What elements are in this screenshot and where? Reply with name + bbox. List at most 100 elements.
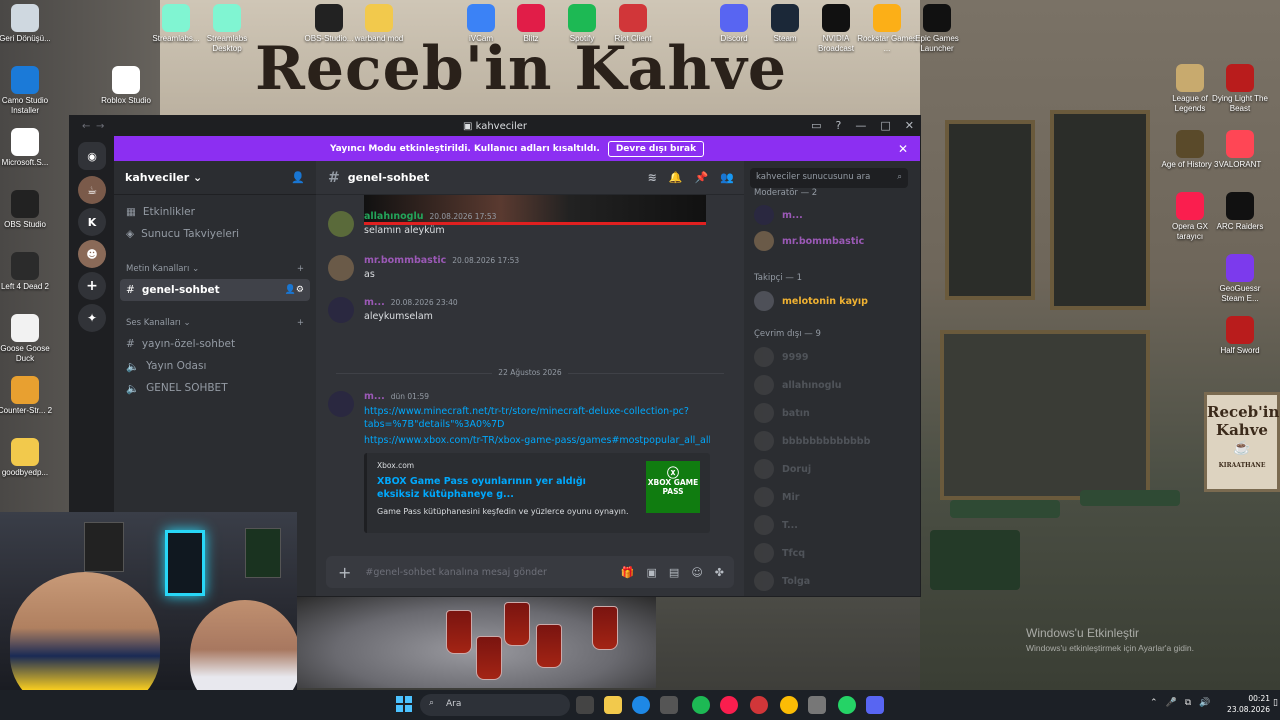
explore-icon[interactable]: ✦: [78, 304, 106, 332]
title-bar[interactable]: ← → ▣ kahveciler ▭ ? — □ ✕: [70, 116, 920, 136]
avatar[interactable]: [328, 297, 354, 323]
desktop-download-shortcut[interactable]: Camo Studio Installer: [0, 66, 57, 116]
avatar[interactable]: [328, 391, 354, 417]
channel-genel-sohbet[interactable]: # genel-sohbet 👤⚙: [120, 279, 310, 301]
apps-icon[interactable]: ✤: [715, 566, 724, 579]
hash-icon: #: [126, 284, 135, 296]
minimize-icon[interactable]: —: [855, 119, 866, 132]
obs-icon[interactable]: [750, 696, 768, 714]
desktop-half-sword-shortcut[interactable]: Half Sword: [1208, 316, 1272, 356]
add-channel-icon[interactable]: +: [297, 264, 304, 274]
chrome-icon[interactable]: [780, 696, 798, 714]
message-input[interactable]: #genel-sohbet kanalına mesaj gönder: [365, 567, 546, 578]
invite-icon[interactable]: 👤: [291, 171, 305, 184]
sidebar-item-events[interactable]: ▦ Etkinlikler: [114, 201, 316, 223]
message-link[interactable]: https://www.minecraft.net/tr-tr/store/mi…: [364, 405, 710, 431]
banner-close-icon[interactable]: ✕: [898, 142, 908, 156]
channel-yayin-ozel-sohbet[interactable]: # yayın-özel-sohbet: [114, 333, 316, 355]
member-item[interactable]: bbbbbbbbbbbbb: [754, 431, 870, 451]
server-icon[interactable]: ☻: [78, 240, 106, 268]
help-icon[interactable]: ?: [836, 119, 842, 132]
threads-icon[interactable]: ≋: [648, 171, 657, 184]
whatsapp-icon[interactable]: [838, 696, 856, 714]
message-author[interactable]: allahınoglu: [364, 211, 423, 222]
desktop-geoguessr-shortcut[interactable]: GeoGuessr Steam E...: [1208, 254, 1272, 304]
desktop-valorant-shortcut[interactable]: VALORANT: [1208, 130, 1272, 170]
close-icon[interactable]: ✕: [905, 119, 914, 132]
members-icon[interactable]: 👥: [720, 171, 734, 184]
desktop-folder-shortcut[interactable]: warband mod: [347, 4, 411, 44]
category-text-channels[interactable]: Metin Kanalları ⌄ +: [114, 259, 316, 279]
task-view-icon[interactable]: [576, 696, 594, 714]
message-author[interactable]: m...: [364, 391, 385, 402]
desktop-goose-shortcut[interactable]: Goose Goose Duck: [0, 314, 57, 364]
pin-icon[interactable]: 📌: [695, 171, 709, 184]
window-title: ▣ kahveciler: [462, 120, 528, 132]
inbox-icon[interactable]: ▭: [811, 119, 821, 132]
message-link[interactable]: https://www.xbox.com/tr-TR/xbox-game-pas…: [364, 434, 710, 447]
embed-title[interactable]: XBOX Game Pass oyunlarının yer aldığı ek…: [377, 475, 617, 501]
gift-icon[interactable]: 🎁: [621, 566, 635, 579]
notifications-icon[interactable]: ▯: [1273, 698, 1278, 708]
clock[interactable]: 00:21 23.08.2026: [1227, 693, 1270, 715]
category-voice-channels[interactable]: Ses Kanalları ⌄ +: [114, 313, 316, 333]
opera-gx-icon[interactable]: [720, 696, 738, 714]
gif-icon[interactable]: ▣: [647, 566, 657, 579]
bell-icon[interactable]: 🔔: [669, 171, 683, 184]
member-item[interactable]: T...: [754, 515, 798, 535]
desktop-epic-shortcut[interactable]: Epic Games Launcher: [905, 4, 969, 54]
desktop-obs-shortcut[interactable]: OBS Studio: [0, 190, 57, 230]
desktop-l4d2-shortcut[interactable]: Left 4 Dead 2: [0, 252, 57, 292]
desktop-riot-shortcut[interactable]: Riot Client: [601, 4, 665, 44]
maximize-icon[interactable]: □: [880, 119, 890, 132]
avatar[interactable]: [328, 255, 354, 281]
edge-icon[interactable]: [632, 696, 650, 714]
discord-home-icon[interactable]: ◉: [78, 142, 106, 170]
desktop-arc-raiders-shortcut[interactable]: ARC Raiders: [1208, 192, 1272, 232]
desktop-streamlabs-desktop-shortcut[interactable]: Streamlabs Desktop: [195, 4, 259, 54]
desktop-recycle-bin-shortcut[interactable]: Geri Dönüşü...: [0, 4, 57, 44]
disable-streamer-button[interactable]: Devre dışı bırak: [607, 140, 705, 157]
system-tray-icons[interactable]: ⌃🎤⧉🔊: [1150, 698, 1218, 708]
desktop-dying-light-shortcut[interactable]: Dying Light The Beast: [1208, 64, 1272, 114]
desktop-roblox-shortcut[interactable]: Roblox Studio: [94, 66, 158, 106]
add-server-icon[interactable]: +: [78, 272, 106, 300]
channel-settings-icon[interactable]: 👤⚙: [285, 285, 304, 295]
add-channel-icon[interactable]: +: [297, 318, 304, 328]
message-author[interactable]: mr.bommbastic: [364, 255, 446, 266]
sticker-icon[interactable]: ▤: [669, 566, 679, 579]
message-author[interactable]: m...: [364, 297, 385, 308]
member-item[interactable]: mr.bommbastic: [754, 231, 864, 251]
taskbar-search[interactable]: ⌕ Ara: [420, 694, 570, 716]
windows-start-icon[interactable]: [396, 696, 412, 712]
member-item[interactable]: 9999: [754, 347, 808, 367]
server-icon-k[interactable]: K: [78, 208, 106, 236]
member-item[interactable]: Tolga: [754, 571, 810, 591]
spotify-icon[interactable]: [692, 696, 710, 714]
emoji-icon[interactable]: ☺: [691, 566, 702, 579]
desktop-file-shortcut[interactable]: Microsoft.S...: [0, 128, 57, 168]
discord-icon[interactable]: [866, 696, 884, 714]
channel-yayin-odasi[interactable]: 🔈 Yayın Odası: [114, 355, 316, 377]
message-composer[interactable]: + #genel-sohbet kanalına mesaj gönder 🎁 …: [326, 556, 734, 588]
add-attachment-icon[interactable]: +: [338, 563, 351, 582]
server-icon-kahveciler[interactable]: ☕: [78, 176, 106, 204]
search-input[interactable]: kahveciler sunucusunu ara ⌕: [750, 168, 908, 188]
avatar[interactable]: [328, 211, 354, 237]
member-item[interactable]: batın: [754, 403, 810, 423]
settings-icon[interactable]: [808, 696, 826, 714]
member-item[interactable]: Tfcq: [754, 543, 805, 563]
desktop-folder-shortcut[interactable]: goodbyedp...: [0, 438, 57, 478]
member-item[interactable]: Mir: [754, 487, 799, 507]
file-explorer-icon[interactable]: [604, 696, 622, 714]
desktop-cs2-shortcut[interactable]: Counter-Str... 2: [0, 376, 57, 416]
sidebar-item-boosts[interactable]: ◈ Sunucu Takviyeleri: [114, 223, 316, 245]
channel-genel-sohbet-voice[interactable]: 🔈 GENEL SOHBET: [114, 377, 316, 399]
member-item[interactable]: allahınoglu: [754, 375, 841, 395]
store-icon[interactable]: [660, 696, 678, 714]
member-item[interactable]: m...: [754, 205, 803, 225]
server-header[interactable]: kahveciler ⌄ 👤: [114, 161, 316, 195]
xbox-thumbnail[interactable]: ⓧ XBOX GAME PASS: [646, 461, 700, 513]
member-item[interactable]: Doruj: [754, 459, 811, 479]
member-item[interactable]: melotonin kayıp: [754, 291, 868, 311]
